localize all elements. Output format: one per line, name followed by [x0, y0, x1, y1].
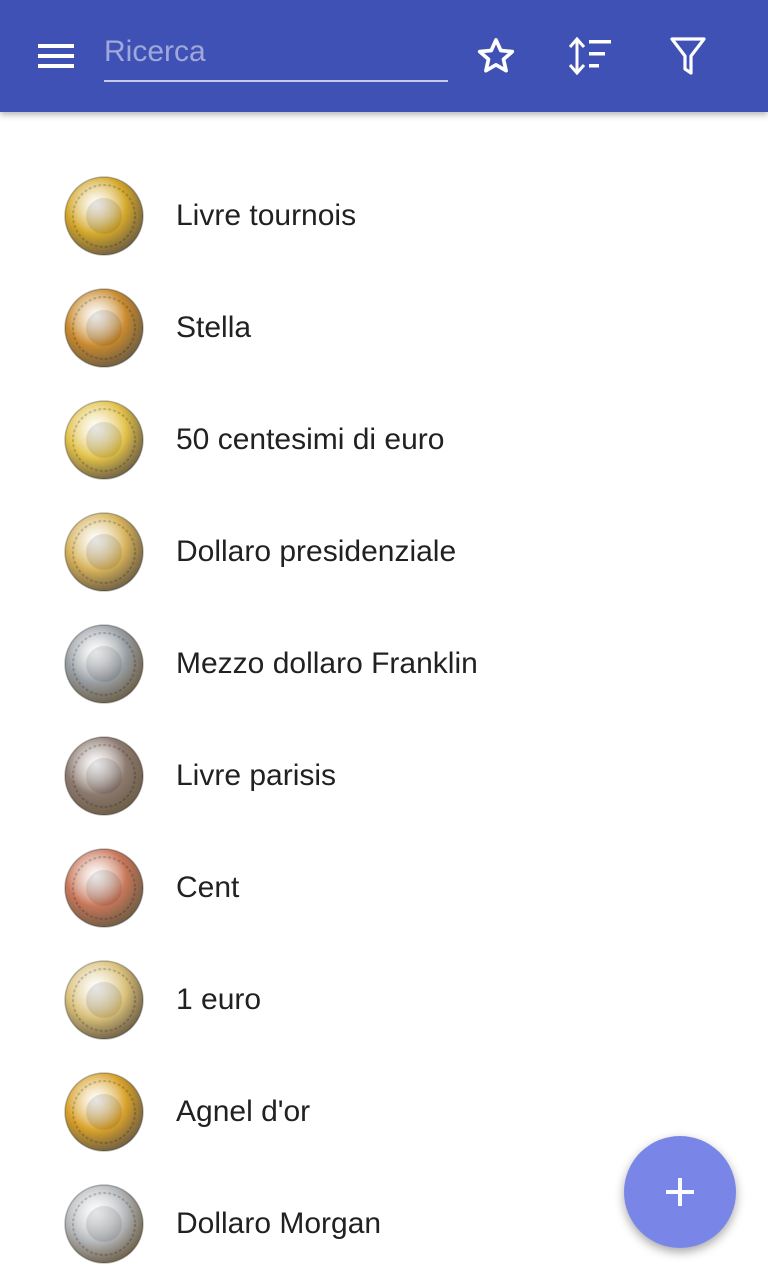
- coin-thumbnail: [64, 736, 144, 816]
- search-field: [104, 24, 448, 82]
- coin-thumbnail: [64, 400, 144, 480]
- coin-agnel-dor-icon: [64, 1072, 144, 1152]
- coin-list: Livre tournois Stella 50 centesimi di euro…: [0, 160, 768, 1280]
- coin-name: Dollaro presidenziale: [176, 535, 457, 568]
- sort-icon: [568, 36, 611, 76]
- coin-thumbnail: [64, 960, 144, 1040]
- list-item[interactable]: Stella: [0, 272, 768, 384]
- coin-thumbnail: [64, 288, 144, 368]
- list-item[interactable]: Mezzo dollaro Franklin: [0, 608, 768, 720]
- list-item[interactable]: Livre tournois: [0, 160, 768, 272]
- sort-button[interactable]: [563, 28, 619, 84]
- coin-name: 1 euro: [176, 983, 262, 1016]
- menu-icon: [38, 44, 74, 68]
- coin-thumbnail: [64, 848, 144, 928]
- coin-thumbnail: [64, 176, 144, 256]
- star-outline-icon: [477, 38, 515, 73]
- coin-name: 50 centesimi di euro: [176, 423, 445, 456]
- coin-name: Livre parisis: [176, 759, 337, 792]
- plus-icon: [666, 1178, 694, 1206]
- list-item[interactable]: Livre parisis: [0, 720, 768, 832]
- list-item[interactable]: Cent: [0, 832, 768, 944]
- coin-name: Stella: [176, 311, 252, 344]
- coin-morgan-dollar-icon: [64, 1184, 144, 1264]
- list-item[interactable]: 50 centesimi di euro: [0, 384, 768, 496]
- coin-name: Cent: [176, 871, 240, 904]
- coin-name: Mezzo dollaro Franklin: [176, 647, 478, 680]
- coin-thumbnail: [64, 512, 144, 592]
- filter-icon: [670, 37, 706, 75]
- search-input[interactable]: [104, 24, 448, 80]
- favorites-button[interactable]: [468, 28, 524, 84]
- list-item[interactable]: Dollaro presidenziale: [0, 496, 768, 608]
- coin-livre-tournois-icon: [64, 176, 144, 256]
- add-coin-button[interactable]: [624, 1136, 736, 1248]
- coin-thumbnail: [64, 1072, 144, 1152]
- coin-franklin-half-dollar-icon: [64, 624, 144, 704]
- coin-1-euro-icon: [64, 960, 144, 1040]
- coin-name: Livre tournois: [176, 199, 357, 232]
- menu-button[interactable]: [26, 32, 86, 80]
- coin-stella-icon: [64, 288, 144, 368]
- coin-presidential-dollar-icon: [64, 512, 144, 592]
- coin-name: Agnel d'or: [176, 1095, 311, 1128]
- list-item[interactable]: 1 euro: [0, 944, 768, 1056]
- app-bar: [0, 0, 768, 112]
- coin-thumbnail: [64, 624, 144, 704]
- coin-livre-parisis-icon: [64, 736, 144, 816]
- coin-name: Dollaro Morgan: [176, 1207, 382, 1240]
- coin-cent-icon: [64, 848, 144, 928]
- coin-50-cent-euro-icon: [64, 400, 144, 480]
- filter-button[interactable]: [660, 28, 716, 84]
- coin-thumbnail: [64, 1184, 144, 1264]
